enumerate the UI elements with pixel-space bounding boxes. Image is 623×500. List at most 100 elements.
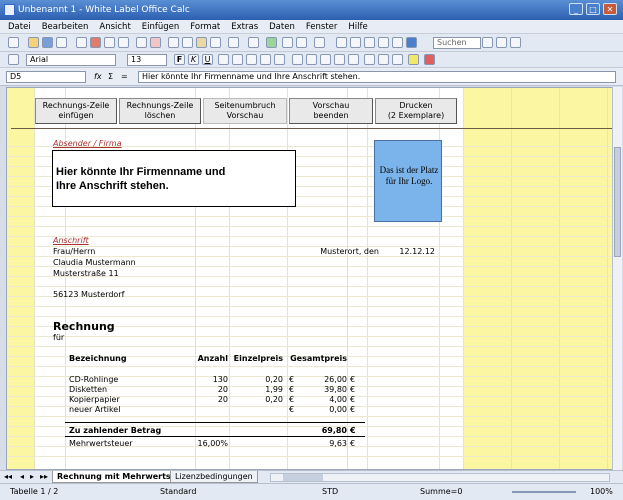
datasource-icon[interactable]: [378, 37, 389, 48]
font-color-icon[interactable]: [424, 54, 435, 65]
maximize-button[interactable]: □: [586, 3, 600, 15]
find-icon[interactable]: [336, 37, 347, 48]
find-previous-icon[interactable]: [510, 37, 521, 48]
delete-row-button[interactable]: Rechnungs-Zeile löschen: [119, 98, 201, 124]
spellcheck-icon[interactable]: [136, 37, 147, 48]
spreadsheet-grid[interactable]: Rechnungs-Zeile einfügen Rechnungs-Zeile l…: [6, 87, 613, 470]
align-left-icon[interactable]: [218, 54, 229, 65]
save-icon[interactable]: [42, 37, 53, 48]
menu-fenster[interactable]: Fenster: [306, 22, 338, 32]
formatting-toolbar: Arial 13 F K U: [0, 52, 623, 68]
bold-icon[interactable]: F: [174, 54, 185, 65]
item-unit-currency: €: [289, 375, 295, 384]
horizontal-scrollbar[interactable]: [270, 473, 610, 482]
prev-sheet-icon[interactable]: ◂: [20, 472, 24, 481]
font-name-select[interactable]: Arial: [26, 54, 116, 66]
currency-format-icon[interactable]: [292, 54, 303, 65]
sort-descending-icon[interactable]: [296, 37, 307, 48]
search-input[interactable]: Suchen: [433, 37, 481, 49]
copy-icon[interactable]: [182, 37, 193, 48]
hyperlink-icon[interactable]: [266, 37, 277, 48]
chart-icon[interactable]: [314, 37, 325, 48]
find-next-icon[interactable]: [496, 37, 507, 48]
end-preview-button[interactable]: Vorschau beenden: [289, 98, 373, 124]
format-paintbrush-icon[interactable]: [210, 37, 221, 48]
item-total: 39,80: [324, 385, 347, 394]
increase-indent-icon[interactable]: [378, 54, 389, 65]
scroll-thumb[interactable]: [614, 147, 621, 257]
underline-icon[interactable]: U: [202, 54, 213, 65]
cut-icon[interactable]: [168, 37, 179, 48]
sum-icon[interactable]: Σ: [108, 72, 113, 81]
last-sheet-icon[interactable]: ▸▸: [40, 472, 48, 481]
standard-toolbar: Suchen: [0, 34, 623, 52]
menu-daten[interactable]: Daten: [269, 22, 295, 32]
menu-hilfe[interactable]: Hilfe: [348, 22, 367, 32]
insert-row-button[interactable]: Rechnungs-Zeile einfügen: [35, 98, 117, 124]
zoom-icon[interactable]: [392, 37, 403, 48]
next-sheet-icon[interactable]: ▸: [30, 472, 34, 481]
gallery-icon[interactable]: [364, 37, 375, 48]
company-address-box[interactable]: Hier könnte Ihr Firmenname und Ihre Ansc…: [52, 150, 296, 207]
borders-icon[interactable]: [392, 54, 403, 65]
minimize-button[interactable]: _: [569, 3, 583, 15]
redo-icon[interactable]: [248, 37, 259, 48]
formula-icon[interactable]: =: [121, 72, 128, 81]
page-break-preview-button[interactable]: Seitenumbruch Vorschau: [203, 98, 287, 124]
header-description: Bezeichnung: [69, 354, 127, 363]
address-label: Anschrift: [53, 236, 89, 245]
menu-datei[interactable]: Datei: [8, 22, 31, 32]
merge-cells-icon[interactable]: [274, 54, 285, 65]
new-document-icon[interactable]: [8, 37, 19, 48]
invoice-title: Rechnung: [53, 320, 115, 333]
email-icon[interactable]: [56, 37, 67, 48]
paste-icon[interactable]: [196, 37, 207, 48]
formula-input[interactable]: Hier könnte Ihr Firmenname und Ihre Ansc…: [138, 71, 616, 83]
autospell-icon[interactable]: [150, 37, 161, 48]
styles-icon[interactable]: [8, 54, 19, 65]
close-button[interactable]: ✕: [603, 3, 617, 15]
item-unit-price: 1,99: [265, 385, 283, 394]
tab-license-terms[interactable]: Lizenzbedingungen: [170, 471, 258, 483]
function-wizard-icon[interactable]: fx: [94, 72, 102, 81]
italic-icon[interactable]: K: [188, 54, 199, 65]
print-button[interactable]: Drucken (2 Exemplare): [375, 98, 457, 124]
standard-format-icon[interactable]: [320, 54, 331, 65]
decrease-indent-icon[interactable]: [364, 54, 375, 65]
insert-mode: STD: [322, 487, 339, 496]
menu-bearbeiten[interactable]: Bearbeiten: [42, 22, 89, 32]
horizontal-scroll-thumb[interactable]: [283, 474, 323, 481]
logo-placeholder[interactable]: Das ist der Platz für Ihr Logo.: [374, 140, 442, 222]
vertical-scrollbar[interactable]: [612, 87, 622, 470]
cell-reference-box[interactable]: D5: [6, 71, 86, 83]
sort-ascending-icon[interactable]: [282, 37, 293, 48]
align-center-icon[interactable]: [232, 54, 243, 65]
justify-icon[interactable]: [260, 54, 271, 65]
invoice-date: 12.12.12: [399, 247, 435, 256]
help-icon[interactable]: [406, 37, 417, 48]
background-color-icon[interactable]: [408, 54, 419, 65]
zoom-level[interactable]: 100%: [590, 487, 613, 496]
font-size-select[interactable]: 13: [127, 54, 167, 66]
edit-icon[interactable]: [76, 37, 87, 48]
item-unit-currency: €: [289, 385, 295, 394]
undo-icon[interactable]: [228, 37, 239, 48]
first-sheet-icon[interactable]: ◂◂: [4, 472, 12, 481]
remove-decimal-icon[interactable]: [348, 54, 359, 65]
search-dropdown-icon[interactable]: [482, 37, 493, 48]
zoom-slider[interactable]: [512, 491, 576, 493]
export-pdf-icon[interactable]: [90, 37, 101, 48]
open-icon[interactable]: [28, 37, 39, 48]
add-decimal-icon[interactable]: [334, 54, 345, 65]
print-preview-icon[interactable]: [118, 37, 129, 48]
align-right-icon[interactable]: [246, 54, 257, 65]
menu-einfuegen[interactable]: Einfügen: [142, 22, 180, 32]
print-icon[interactable]: [104, 37, 115, 48]
navigator-icon[interactable]: [350, 37, 361, 48]
percent-format-icon[interactable]: [306, 54, 317, 65]
recipient-city: 56123 Musterdorf: [53, 290, 125, 299]
menu-extras[interactable]: Extras: [231, 22, 258, 32]
menu-ansicht[interactable]: Ansicht: [99, 22, 130, 32]
formula-bar: D5 fx Σ = Hier könnte Ihr Firmenname und…: [0, 68, 623, 86]
menu-format[interactable]: Format: [190, 22, 220, 32]
